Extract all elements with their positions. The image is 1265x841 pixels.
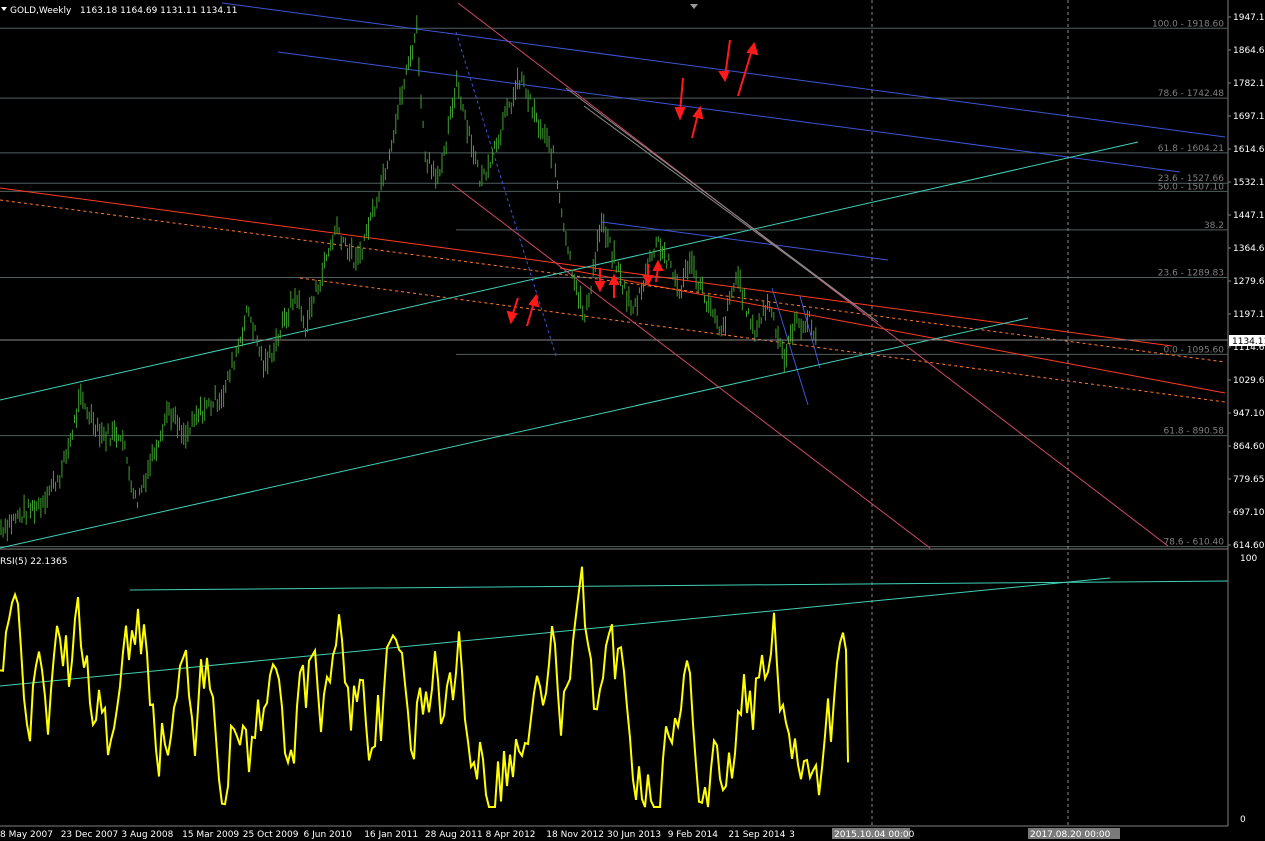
price-axis-tick: 1947.10: [1233, 13, 1265, 23]
price-axis-tick: 1029.65: [1233, 376, 1265, 386]
fib-level-label: 61.8 - 1604.21: [1158, 144, 1224, 154]
symbol-label: GOLD,Weekly: [10, 6, 72, 16]
time-axis-tick: 25 Oct 2009: [243, 830, 299, 840]
time-axis-tick: 18 Nov 2012: [546, 830, 604, 840]
time-highlight-1: 2015.10.04 00:00: [832, 828, 915, 840]
dropdown-triangle-icon[interactable]: [1, 7, 7, 11]
cyan-trend-lower: [0, 317, 1029, 549]
chart-window: 100.0 - 1918.60 78.6 - 1742.48 61.8 - 1604…: [0, 0, 1265, 840]
time-highlight-2: 2017.08.20 00:00: [1028, 828, 1120, 840]
price-axis-tick: 1279.65: [1233, 277, 1265, 287]
rsi-label: RSI(5) 22.1365: [0, 557, 67, 567]
time-axis-tick: 15 Mar 2009: [182, 830, 239, 840]
time-axis: 8 May 2007 23 Dec 2007 3 Aug 2008 15 Mar 20…: [0, 830, 795, 840]
price-axis-tick: 1614.60: [1233, 145, 1265, 155]
blue-dashed-diag: [455, 31, 557, 357]
fib-level-label: 100.0 - 1918.60: [1152, 19, 1224, 29]
price-axis-tick: 1197.10: [1233, 310, 1265, 320]
price-axis-tick: 1782.15: [1233, 79, 1265, 89]
time-highlight-label-1: 2015.10.04 00:00: [834, 830, 915, 840]
price-axis-tick: 614.60: [1233, 541, 1265, 551]
rsi-panel: [0, 566, 1229, 808]
current-price-label: 1134.11: [1232, 337, 1265, 347]
time-axis-tick: 28 Aug 2011: [425, 830, 483, 840]
price-axis-tick: 697.10: [1233, 508, 1265, 518]
blue-channel-mid: [277, 51, 1181, 173]
time-axis-tick: 30 Jun 2013: [607, 830, 661, 840]
red-channel-bottom: [559, 267, 1226, 394]
time-axis-tick: 3: [789, 830, 795, 840]
time-axis-tick: 23 Dec 2007: [61, 830, 118, 840]
price-axis-tick: 1364.60: [1233, 244, 1265, 254]
fib-level-label: 38.2: [1204, 221, 1224, 231]
fib-level-label: 78.6 - 1742.48: [1158, 89, 1224, 99]
chart-shift-marker-icon[interactable]: [690, 4, 698, 9]
price-axis-tick: 947.10: [1233, 409, 1265, 419]
rsi-cyan-slope: [0, 577, 1111, 687]
grey-diag-2: [583, 105, 879, 323]
time-axis-tick: 8 May 2007: [0, 830, 53, 840]
time-axis-tick: 6 Jun 2010: [304, 830, 353, 840]
time-axis-tick: 8 Apr 2012: [486, 830, 536, 840]
time-axis-tick: 16 Jan 2011: [364, 830, 418, 840]
time-axis-tick: 9 Feb 2014: [668, 830, 719, 840]
price-axis-tick: 779.65: [1233, 475, 1265, 485]
price-axis-tick: 864.60: [1233, 442, 1265, 452]
price-axis-tick: 1447.10: [1233, 211, 1265, 221]
time-axis-tick: 21 Sep 2014: [728, 830, 785, 840]
time-markers: [871, 0, 1069, 826]
fib-level-label: 78.6 - 610.40: [1164, 538, 1225, 548]
fib-level-label: 50.0 - 1507.10: [1158, 182, 1224, 192]
blue-channel-top: [221, 2, 1226, 138]
cyan-trend-upper: [0, 141, 1139, 401]
fib-level-label: 23.6 - 1289.83: [1158, 268, 1224, 278]
time-axis-tick: 3 Aug 2008: [121, 830, 173, 840]
drawn-trendlines: [0, 2, 1226, 549]
rsi-axis-0: 0: [1240, 815, 1246, 825]
rsi-axis-100: 100: [1240, 554, 1257, 564]
price-axis-tick: 1532.10: [1233, 178, 1265, 188]
price-axis: 1947.10 1864.60 1782.15 1697.10 1614.60 1532.…: [1228, 13, 1265, 551]
rsi-line: [0, 566, 849, 808]
price-axis-tick: 1864.60: [1233, 46, 1265, 56]
ohlc-readout: 1163.18 1164.69 1131.11 1134.11: [80, 6, 237, 16]
price-axis-tick: 1697.10: [1233, 112, 1265, 122]
pink-diag-2: [451, 183, 931, 549]
time-highlight-label-2: 2017.08.20 00:00: [1030, 830, 1111, 840]
fib-level-label: 61.8 - 890.58: [1164, 427, 1225, 437]
price-bars: [0, 15, 817, 542]
current-price-tag: 1134.11: [1229, 335, 1265, 347]
fib-level-label: 0.0 - 1095.60: [1164, 345, 1225, 355]
